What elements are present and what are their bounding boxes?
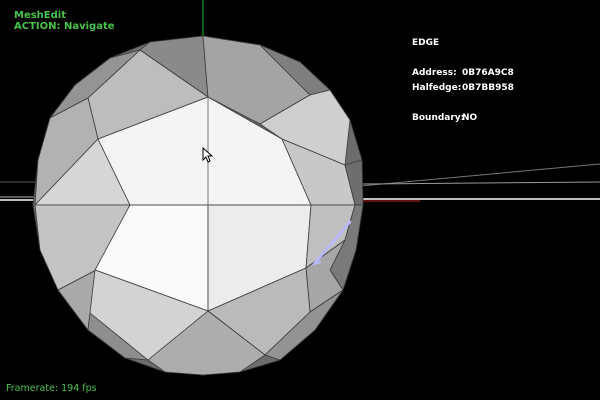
mouse-pointer-icon	[202, 147, 214, 163]
action-status: ACTION: Navigate	[14, 21, 115, 32]
address-value: 0B76A9C8	[462, 68, 514, 78]
halfedge-value: 0B7BB958	[462, 83, 514, 93]
boundary-value: NO	[462, 113, 478, 123]
mesh-model[interactable]	[32, 35, 364, 376]
info-heading: EDGE	[412, 38, 440, 48]
address-label: Address:	[412, 68, 457, 78]
boundary-label: Boundary:	[412, 113, 465, 123]
framerate-readout: Framerate: 194 fps	[6, 383, 97, 394]
mesh-viewport[interactable]	[0, 0, 600, 400]
halfedge-label: Halfedge:	[412, 83, 462, 93]
